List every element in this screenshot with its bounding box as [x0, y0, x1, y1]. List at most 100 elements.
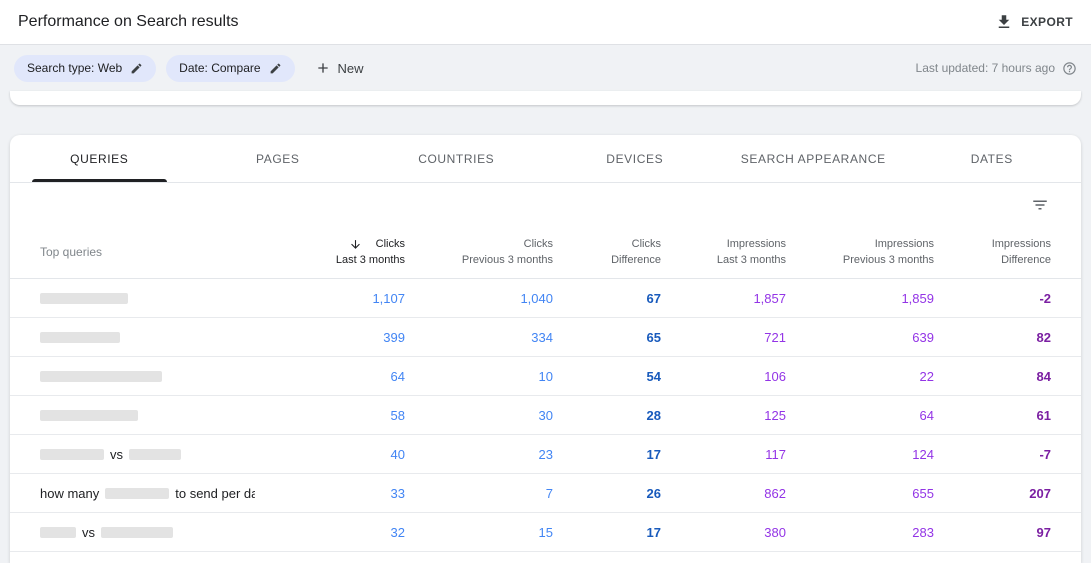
tab-label: SEARCH APPEARANCE	[741, 152, 886, 166]
column-period-label: Difference	[553, 252, 661, 268]
column-header-impressions-difference[interactable]: Impressions Difference	[934, 236, 1051, 268]
edit-icon	[269, 62, 282, 75]
query-cell	[40, 293, 255, 304]
query-cell: vs	[40, 447, 255, 462]
help-icon[interactable]	[1062, 61, 1077, 76]
column-group-label: Impressions	[992, 236, 1051, 252]
export-button[interactable]: EXPORT	[995, 13, 1073, 31]
cell-clicks-difference: 26	[553, 486, 661, 501]
column-header-clicks-difference[interactable]: Clicks Difference	[553, 236, 661, 268]
column-period-label: Last 3 months	[661, 252, 786, 268]
table-row[interactable]: vs402317117124-7	[10, 435, 1081, 474]
cell-impressions-previous-3-months: 1,859	[786, 291, 934, 306]
table-body: 1,1071,040671,8571,859-23993346572163982…	[10, 279, 1081, 563]
cell-impressions-difference: 84	[934, 369, 1051, 384]
redacted-query-text	[101, 527, 173, 538]
cell-impressions-previous-3-months: 639	[786, 330, 934, 345]
tab-devices[interactable]: DEVICES	[546, 135, 725, 182]
redacted-query-text	[40, 332, 120, 343]
cell-impressions-last-3-months: 380	[661, 525, 786, 540]
sort-descending-icon	[349, 238, 362, 251]
cell-impressions-difference: 82	[934, 330, 1051, 345]
tab-pages[interactable]: PAGES	[189, 135, 368, 182]
cell-clicks-previous-3-months: 1,040	[405, 291, 553, 306]
cell-impressions-last-3-months: 117	[661, 447, 786, 462]
column-group-label: Clicks	[632, 236, 661, 252]
tab-queries[interactable]: QUERIES	[10, 135, 189, 182]
tab-label: COUNTRIES	[418, 152, 494, 166]
column-period-label: Previous 3 months	[405, 252, 553, 268]
table-row[interactable]: 3993346572163982	[10, 318, 1081, 357]
column-header-clicks-last-3-months[interactable]: Clicks Last 3 months	[255, 236, 405, 268]
cell-clicks-difference: 54	[553, 369, 661, 384]
redacted-query-text	[40, 449, 104, 460]
filter-list-icon[interactable]	[1031, 196, 1049, 214]
column-group-label: Clicks	[376, 236, 405, 252]
cell-impressions-previous-3-months: 655	[786, 486, 934, 501]
last-updated-text: Last updated: 7 hours ago	[916, 61, 1055, 75]
column-group-label: Clicks	[524, 236, 553, 252]
edit-icon	[130, 62, 143, 75]
query-cell	[40, 410, 255, 421]
tab-search-appearance[interactable]: SEARCH APPEARANCE	[724, 135, 903, 182]
cell-clicks-previous-3-months: 10	[405, 369, 553, 384]
new-filter-button[interactable]: New	[315, 60, 364, 76]
table-row[interactable]: vs32151738028397	[10, 513, 1081, 552]
plus-icon	[315, 60, 331, 76]
cell-impressions-difference: -7	[934, 447, 1051, 462]
cell-impressions-last-3-months: 106	[661, 369, 786, 384]
download-icon	[995, 13, 1013, 31]
search-type-chip-label: Search type: Web	[27, 61, 122, 75]
page-title: Performance on Search results	[18, 13, 239, 31]
table-row[interactable]: 5830281256461	[10, 396, 1081, 435]
query-text: how many	[40, 486, 99, 501]
cell-clicks-previous-3-months: 23	[405, 447, 553, 462]
date-compare-chip[interactable]: Date: Compare	[166, 55, 294, 82]
table-row[interactable]: 1,1071,040671,8571,859-2	[10, 279, 1081, 318]
tab-label: QUERIES	[70, 152, 128, 166]
redacted-query-text	[40, 410, 138, 421]
column-header-impressions-last-3-months[interactable]: Impressions Last 3 months	[661, 236, 786, 268]
column-header-impressions-previous-3-months[interactable]: Impressions Previous 3 months	[786, 236, 934, 268]
redacted-query-text	[105, 488, 169, 499]
column-header-top-queries[interactable]: Top queries	[40, 245, 255, 259]
query-text: vs	[82, 525, 95, 540]
cell-clicks-difference: 17	[553, 447, 661, 462]
last-updated-group: Last updated: 7 hours ago	[916, 61, 1077, 76]
cell-clicks-difference: 67	[553, 291, 661, 306]
cell-impressions-previous-3-months: 22	[786, 369, 934, 384]
date-compare-chip-label: Date: Compare	[179, 61, 260, 75]
tab-bar: QUERIES PAGES COUNTRIES DEVICES SEARCH A…	[10, 135, 1081, 183]
query-cell: vs	[40, 525, 255, 540]
table-row[interactable]: 6410541062284	[10, 357, 1081, 396]
column-group-label: Impressions	[875, 236, 934, 252]
table-row[interactable]: how manyto send per day33726862655207	[10, 474, 1081, 513]
redacted-query-text	[40, 527, 76, 538]
query-cell	[40, 332, 255, 343]
cell-impressions-difference: 207	[934, 486, 1051, 501]
cell-clicks-last-3-months: 1,107	[255, 291, 405, 306]
new-filter-label: New	[338, 61, 364, 76]
cell-impressions-previous-3-months: 64	[786, 408, 934, 423]
cell-impressions-last-3-months: 1,857	[661, 291, 786, 306]
cell-clicks-previous-3-months: 30	[405, 408, 553, 423]
query-cell	[40, 371, 255, 382]
table-toolbar	[10, 183, 1081, 226]
query-cell: how manyto send per day	[40, 486, 255, 501]
tab-countries[interactable]: COUNTRIES	[367, 135, 546, 182]
cell-impressions-previous-3-months: 283	[786, 525, 934, 540]
tab-label: PAGES	[256, 152, 299, 166]
top-bar: Performance on Search results EXPORT	[0, 0, 1091, 45]
cell-clicks-last-3-months: 33	[255, 486, 405, 501]
column-period-label: Last 3 months	[255, 252, 405, 268]
cell-impressions-difference: 61	[934, 408, 1051, 423]
cell-impressions-previous-3-months: 124	[786, 447, 934, 462]
cell-impressions-last-3-months: 125	[661, 408, 786, 423]
redacted-query-text	[129, 449, 181, 460]
column-period-label: Previous 3 months	[786, 252, 934, 268]
tab-dates[interactable]: DATES	[903, 135, 1082, 182]
cell-clicks-last-3-months: 64	[255, 369, 405, 384]
column-period-label: Difference	[934, 252, 1051, 268]
column-header-clicks-previous-3-months[interactable]: Clicks Previous 3 months	[405, 236, 553, 268]
search-type-chip[interactable]: Search type: Web	[14, 55, 156, 82]
